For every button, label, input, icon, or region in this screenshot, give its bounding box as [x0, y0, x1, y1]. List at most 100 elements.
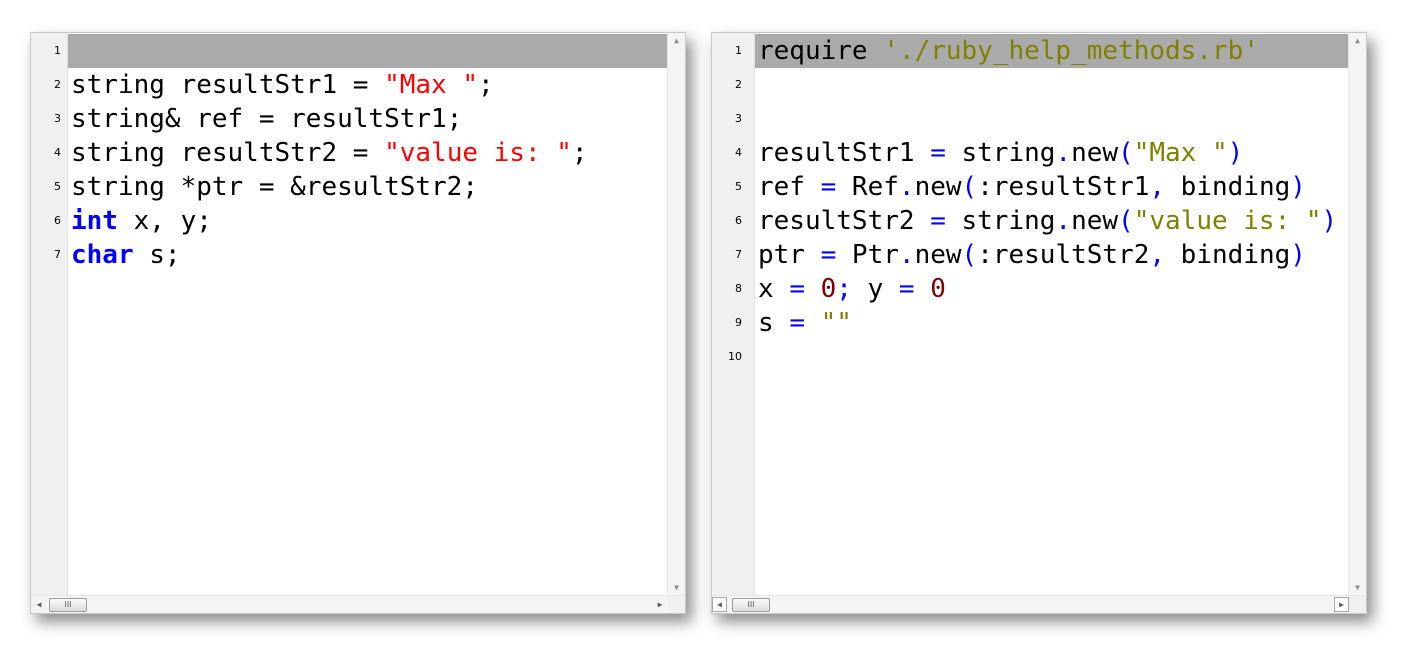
code-line[interactable] [755, 68, 1349, 102]
scroll-down-icon[interactable]: ▼ [1349, 580, 1366, 596]
code-token: new [1071, 138, 1119, 168]
line-number: 2 [54, 78, 61, 91]
code-token: new [914, 240, 962, 270]
code-token: ( [1118, 138, 1134, 168]
scroll-left-icon[interactable]: ◀ [31, 596, 47, 613]
scroll-down-icon[interactable]: ▼ [668, 580, 685, 596]
scroll-left-icon[interactable]: ◀ [712, 597, 727, 612]
code-line[interactable]: resultStr2 = string.new("value is: ") [755, 204, 1349, 238]
current-code-line[interactable] [68, 34, 668, 68]
code-token: s [758, 308, 790, 338]
code-token: = [930, 138, 946, 168]
code-token: binding [1165, 240, 1291, 270]
code-token: new [1071, 206, 1119, 236]
vertical-scrollbar[interactable]: ▲ ▼ [667, 33, 685, 596]
code-token: ref [758, 172, 821, 202]
code-token: "" [820, 308, 852, 338]
scroll-up-icon[interactable]: ▲ [1349, 33, 1366, 49]
code-line[interactable]: ptr = Ptr.new(:resultStr2, binding) [755, 238, 1349, 272]
code-token: binding [1165, 172, 1291, 202]
code-token: ) [1321, 206, 1338, 236]
code-token: string [945, 206, 1056, 236]
code-line[interactable]: string& ref = resultStr1; [68, 102, 668, 136]
code-token: "value is: " [1133, 206, 1322, 236]
code-token: ptr [758, 240, 821, 270]
current-code-line[interactable]: require './ruby_help_methods.rb' [755, 34, 1349, 68]
code-token: ) [1227, 138, 1244, 168]
line-number: 8 [735, 282, 742, 295]
code-line[interactable]: s = "" [755, 306, 1349, 340]
code-token: = [820, 172, 837, 202]
code-line[interactable]: int x, y; [68, 204, 668, 238]
code-token: Ref [836, 172, 899, 202]
line-number: 2 [735, 78, 742, 91]
code-token: y [851, 274, 899, 304]
code-token: string resultStr2 = [71, 138, 385, 168]
line-number-gutter: 1 2 3 4 5 6 7 8 9 10 [712, 33, 755, 596]
scrollbar-thumb[interactable]: III [732, 598, 770, 612]
code-token: 0 [930, 274, 946, 304]
horizontal-scrollbar[interactable]: ◀ III ▶ [31, 595, 685, 613]
code-token: "value is: " [384, 138, 572, 168]
code-area[interactable]: string resultStr1 = "Max "; string& ref =… [68, 33, 668, 596]
scroll-right-icon[interactable]: ▶ [652, 596, 668, 613]
horizontal-scrollbar[interactable]: ◀ III ▶ [712, 595, 1366, 613]
code-token: 0 [820, 274, 837, 304]
code-line[interactable]: resultStr1 = string.new("Max ") [755, 136, 1349, 170]
code-token: resultStr2 [758, 206, 931, 236]
code-token: = [789, 308, 805, 338]
code-token: = [820, 240, 837, 270]
code-token: = [789, 274, 805, 304]
line-number: 5 [735, 180, 742, 193]
vertical-scrollbar[interactable]: ▲ ▼ [1348, 33, 1366, 596]
code-token: "Max " [1133, 138, 1228, 168]
code-token: './ruby_help_methods.rb' [883, 36, 1259, 66]
code-token: , [1149, 240, 1166, 270]
code-line[interactable]: x = 0; y = 0 [755, 272, 1349, 306]
code-token: string [945, 138, 1056, 168]
line-number: 1 [735, 44, 742, 57]
cpp-editor-panel[interactable]: 1234567 string resultStr1 = "Max "; strin… [30, 32, 686, 614]
code-token: . [898, 172, 915, 202]
code-token: string *ptr = &resultStr2; [71, 172, 478, 202]
code-area[interactable]: require './ruby_help_methods.rb' resultSt… [755, 33, 1349, 596]
scrollbar-corner [668, 596, 685, 613]
code-line[interactable]: string resultStr1 = "Max "; [68, 68, 668, 102]
code-line[interactable] [755, 102, 1349, 136]
scrollbar-corner [1349, 596, 1366, 613]
code-token: , [1149, 172, 1166, 202]
code-token: x [758, 274, 790, 304]
code-token: ( [961, 172, 978, 202]
code-token: ) [1290, 240, 1306, 270]
code-token: string resultStr1 = [71, 70, 385, 100]
code-line[interactable]: string *ptr = &resultStr2; [68, 170, 668, 204]
scroll-up-icon[interactable]: ▲ [668, 33, 685, 49]
code-token: ( [1118, 206, 1134, 236]
scroll-right-icon[interactable]: ▶ [1334, 597, 1349, 612]
scrollbar-thumb[interactable]: III [49, 598, 87, 612]
code-token: = [898, 274, 915, 304]
code-token: :resultStr2 [977, 240, 1150, 270]
line-number: 6 [54, 214, 61, 227]
ruby-editor-panel[interactable]: 1 2 3 4 5 6 7 8 9 10 require './ruby_help_methods… [711, 32, 1367, 614]
code-line[interactable]: char s; [68, 238, 668, 272]
line-number: 3 [735, 112, 742, 125]
code-token: . [1055, 206, 1072, 236]
code-line[interactable]: string resultStr2 = "value is: "; [68, 136, 668, 170]
code-token: = [930, 206, 946, 236]
code-token: ; [478, 70, 494, 100]
line-number: 6 [735, 214, 742, 227]
code-token: string& ref = resultStr1; [71, 104, 463, 134]
code-line[interactable] [755, 340, 1349, 374]
code-line[interactable]: ref = Ref.new(:resultStr1, binding) [755, 170, 1349, 204]
code-token: . [898, 240, 915, 270]
code-token: ) [1290, 172, 1306, 202]
code-token: ( [961, 240, 978, 270]
code-token: new [914, 172, 962, 202]
line-number: 3 [54, 112, 61, 125]
code-token: :resultStr1 [977, 172, 1150, 202]
code-token: require [758, 36, 884, 66]
